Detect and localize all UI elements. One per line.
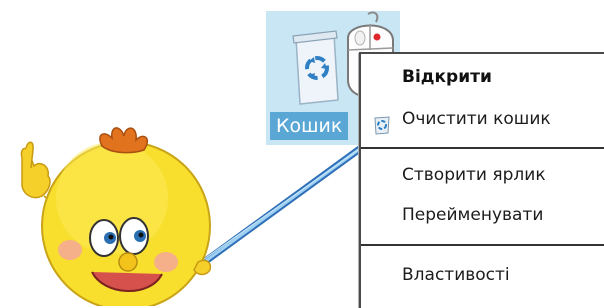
recycle-bin-small-icon (374, 116, 390, 135)
menu-separator (361, 147, 604, 149)
desktop-icon-label[interactable]: Кошик (270, 112, 349, 140)
context-menu: Відкрити Очистити кошик Створити ярлик П… (359, 52, 604, 308)
mouse-right-button-dot (373, 33, 381, 41)
mascot-character (20, 127, 212, 306)
tutorial-illustration: Кошик Відкрити Очистити кошик Створити я… (0, 0, 604, 308)
menu-separator (361, 244, 604, 246)
menu-item-create-shortcut[interactable]: Створити ярлик (402, 158, 546, 192)
menu-item-rename[interactable]: Перейменувати (402, 198, 543, 232)
menu-item-empty-bin[interactable]: Очистити кошик (402, 102, 551, 136)
menu-item-open[interactable]: Відкрити (402, 60, 492, 94)
recycle-bin-icon[interactable] (292, 30, 339, 105)
pointer-stick (192, 136, 376, 272)
menu-item-properties[interactable]: Властивості (402, 258, 510, 292)
